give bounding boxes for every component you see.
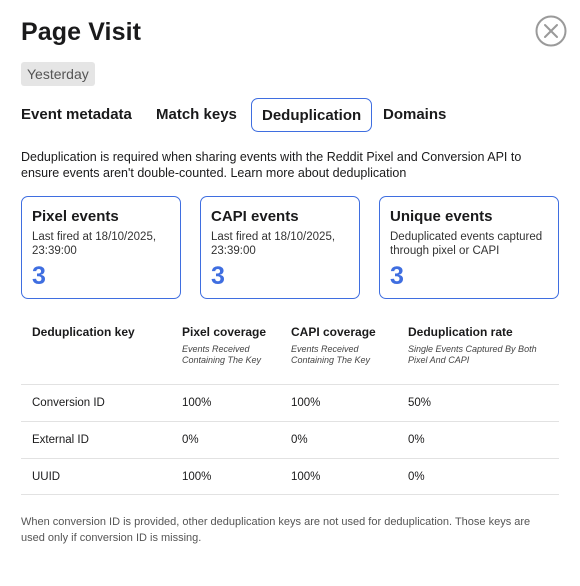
card-title: Unique events <box>390 208 493 225</box>
table-cell: 0% <box>182 434 199 446</box>
card-value: 3 <box>211 262 225 290</box>
close-circle-icon <box>535 15 567 47</box>
tab-deduplication[interactable]: Deduplication <box>251 98 373 132</box>
table-row: Conversion ID 100% 100% 50% <box>21 384 559 422</box>
card-subtitle: Last fired at 18/10/2025, 23:39:00 <box>32 231 157 257</box>
table-cell: 100% <box>291 471 321 483</box>
table-cell: UUID <box>32 471 61 483</box>
table-cell: External ID <box>32 434 89 446</box>
unique-events-card: Unique events Deduplicated events captur… <box>379 196 559 299</box>
card-value: 3 <box>32 262 46 290</box>
pixel-events-card: Pixel events Last fired at 18/10/2025, 2… <box>21 196 181 299</box>
card-title: Pixel events <box>32 208 119 225</box>
deduplication-footnote: When conversion ID is provided, other de… <box>21 516 531 544</box>
column-header-deduplication-rate: Deduplication rate Single Events Capture… <box>408 325 537 365</box>
column-header-key: Deduplication key <box>32 325 135 339</box>
table-divider <box>21 494 559 495</box>
table-cell: 100% <box>182 397 212 409</box>
table-cell: 0% <box>408 471 425 483</box>
column-header-capi-coverage: CAPI coverage Events Received Containing… <box>291 325 376 365</box>
table-cell: Conversion ID <box>32 397 105 409</box>
table-cell: 0% <box>408 434 425 446</box>
deduplication-description: Deduplication is required when sharing e… <box>21 150 522 180</box>
date-badge: Yesterday <box>21 62 95 86</box>
tab-match-keys[interactable]: Match keys <box>156 98 237 132</box>
close-button[interactable] <box>535 15 567 47</box>
card-subtitle: Last fired at 18/10/2025, 23:39:00 <box>211 231 336 257</box>
page-title: Page Visit <box>21 18 142 46</box>
card-value: 3 <box>390 262 404 290</box>
table-cell: 0% <box>291 434 308 446</box>
table-cell: 100% <box>291 397 321 409</box>
table-row: External ID 0% 0% 0% <box>21 421 559 459</box>
card-subtitle: Deduplicated events captured through pix… <box>390 231 543 257</box>
table-row: UUID 100% 100% 0% <box>21 458 559 496</box>
column-header-pixel-coverage: Pixel coverage Events Received Containin… <box>182 325 267 365</box>
capi-events-card: CAPI events Last fired at 18/10/2025, 23… <box>200 196 360 299</box>
tab-event-metadata[interactable]: Event metadata <box>21 98 132 132</box>
table-cell: 50% <box>408 397 432 409</box>
card-title: CAPI events <box>211 208 299 225</box>
tab-domains[interactable]: Domains <box>383 98 446 132</box>
table-cell: 100% <box>182 471 212 483</box>
